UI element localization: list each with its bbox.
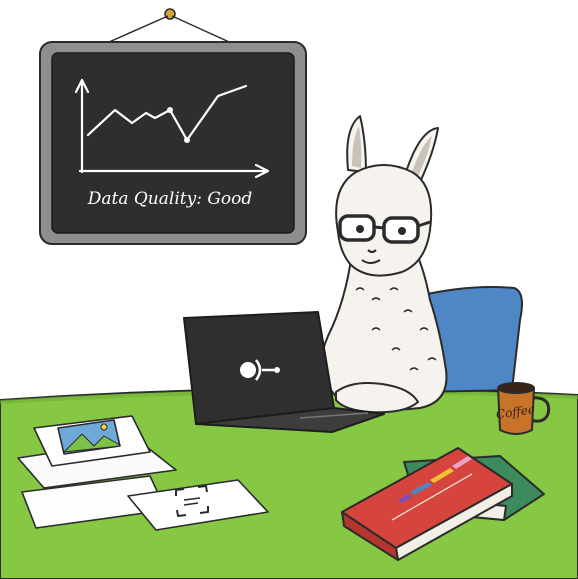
board-caption: Data Quality: Good	[87, 189, 253, 209]
mug-rim	[497, 382, 535, 394]
llama-eye	[398, 227, 406, 235]
llama-at-desk-illustration: Data Quality: Good Coffee	[0, 0, 578, 579]
chart-point	[184, 137, 190, 143]
llama-eye	[356, 225, 364, 233]
chart-point	[167, 107, 173, 113]
chalkboard: Data Quality: Good	[39, 8, 307, 245]
llama-glasses	[338, 214, 431, 244]
